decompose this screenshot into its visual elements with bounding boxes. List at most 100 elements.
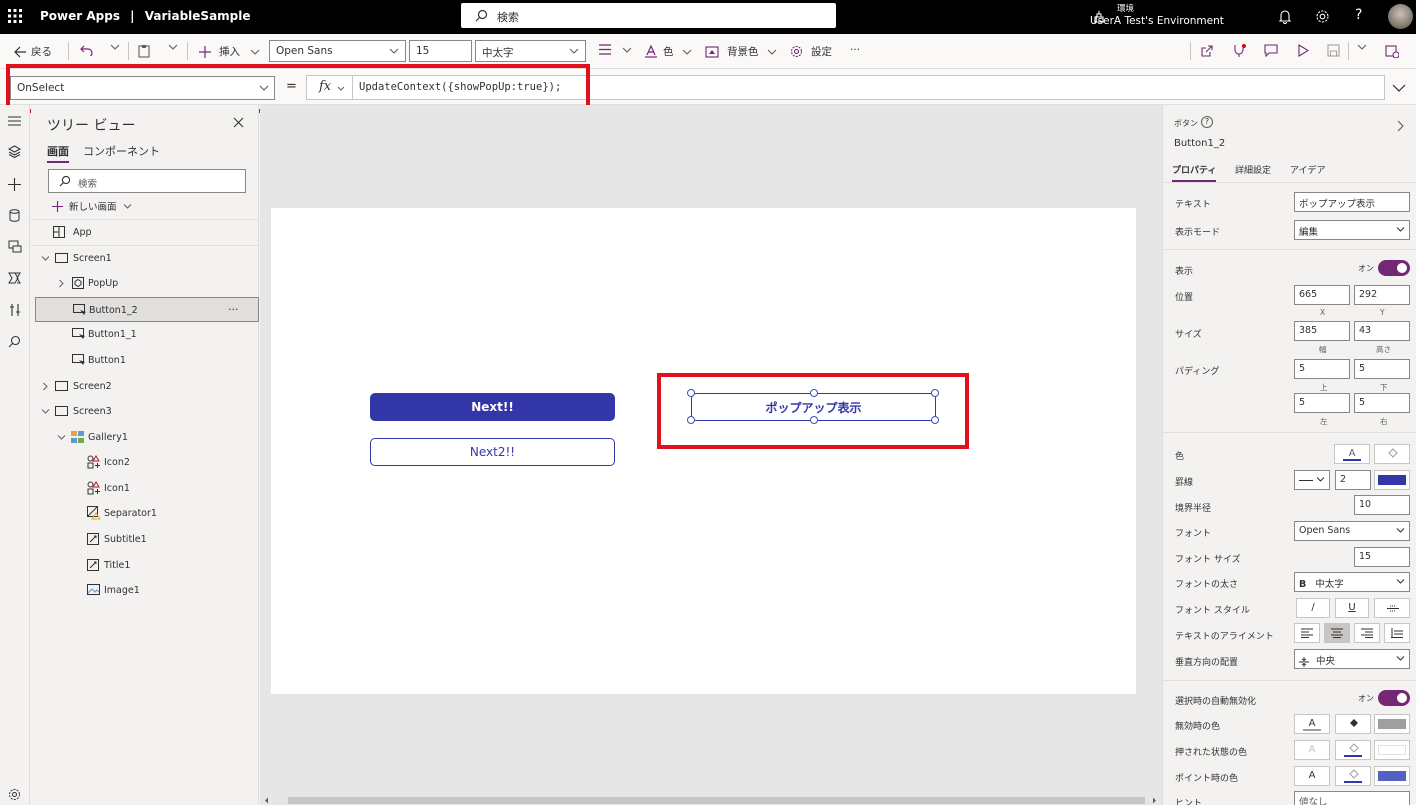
padding-left-input[interactable]: 5 xyxy=(1294,393,1350,413)
font-weight-select[interactable]: B 中太字 xyxy=(1294,572,1410,592)
font-size-input[interactable]: 15 xyxy=(409,40,472,62)
align-justify-button[interactable] xyxy=(1384,623,1410,643)
border-width-input[interactable]: 2 xyxy=(1335,470,1371,490)
border-radius-input[interactable]: 10 xyxy=(1354,495,1410,515)
border-style-select[interactable] xyxy=(1294,470,1330,490)
tree-item-popup[interactable]: PopUp xyxy=(35,271,259,296)
paste-dropdown[interactable] xyxy=(168,44,178,50)
share-icon[interactable] xyxy=(1200,44,1214,58)
text-property-input[interactable]: ポップアップ表示 xyxy=(1294,192,1410,212)
more-options-button[interactable]: ··· xyxy=(228,303,239,316)
tab-ideas[interactable]: アイデア xyxy=(1290,163,1326,176)
notifications-icon[interactable] xyxy=(1278,9,1292,24)
canvas-horizontal-scrollbar[interactable] xyxy=(260,796,1162,805)
tree-item-button1-2[interactable]: Button1_2 ··· xyxy=(35,297,259,322)
tree-item-title1[interactable]: Title1 xyxy=(35,553,259,578)
tree-view-layers-icon[interactable] xyxy=(8,145,21,158)
tree-item-screen1[interactable]: Screen1 xyxy=(35,246,259,271)
resize-handle[interactable] xyxy=(810,389,818,397)
comments-icon[interactable] xyxy=(1264,44,1278,57)
border-color-picker[interactable] xyxy=(1374,470,1410,490)
more-commands-button[interactable]: ··· xyxy=(850,44,860,56)
align-right-button[interactable] xyxy=(1354,623,1380,643)
app-checker-icon[interactable] xyxy=(1232,44,1246,58)
visible-toggle[interactable] xyxy=(1378,260,1410,276)
user-avatar[interactable] xyxy=(1388,4,1413,29)
tree-item-screen3[interactable]: Screen3 xyxy=(35,399,259,424)
tree-item-separator1[interactable]: Separator1 xyxy=(35,501,259,526)
background-color-button[interactable]: 背景色 xyxy=(705,44,777,59)
scrollbar-thumb[interactable] xyxy=(288,797,1145,804)
settings-gear-icon[interactable] xyxy=(1315,9,1330,24)
advanced-tools-icon[interactable] xyxy=(9,303,21,317)
resize-handle[interactable] xyxy=(931,389,939,397)
disabled-border-color-picker[interactable] xyxy=(1374,714,1410,734)
vertical-align-select[interactable]: 中央 xyxy=(1294,649,1410,669)
undo-dropdown[interactable] xyxy=(110,44,120,50)
font-select[interactable]: Open Sans xyxy=(1294,521,1410,541)
position-y-input[interactable]: 292 xyxy=(1354,285,1410,305)
tree-item-gallery1[interactable]: Gallery1 xyxy=(35,425,259,450)
app-launcher-icon[interactable] xyxy=(8,9,22,23)
italic-button[interactable]: / xyxy=(1296,598,1330,618)
expand-formula-button[interactable] xyxy=(1392,84,1406,92)
pressed-border-color-picker[interactable] xyxy=(1374,740,1410,760)
tree-search-input[interactable]: 検索 xyxy=(48,169,246,193)
font-weight-select[interactable]: 中太字 xyxy=(475,40,586,62)
insert-button[interactable]: 挿入 xyxy=(199,44,260,59)
tree-item-icon1[interactable]: Icon1 xyxy=(35,476,259,501)
tree-item-image1[interactable]: Image1 xyxy=(35,578,259,603)
align-center-button[interactable] xyxy=(1324,623,1350,643)
height-input[interactable]: 43 xyxy=(1354,321,1410,341)
align-button[interactable] xyxy=(598,44,632,55)
tree-item-app[interactable]: App xyxy=(35,220,259,245)
font-color-button[interactable]: 色 xyxy=(645,44,692,59)
save-dropdown[interactable] xyxy=(1357,44,1367,50)
media-icon[interactable] xyxy=(8,240,22,253)
resize-handle[interactable] xyxy=(810,416,818,424)
chevron-left-icon[interactable] xyxy=(264,797,269,804)
font-family-select[interactable]: Open Sans xyxy=(269,40,406,62)
next2-button[interactable]: Next2!! xyxy=(370,438,615,466)
new-screen-button[interactable]: 新しい画面 xyxy=(52,199,132,213)
preview-play-icon[interactable] xyxy=(1297,44,1309,57)
underline-button[interactable]: U xyxy=(1335,598,1369,618)
chevron-right-icon[interactable] xyxy=(1152,797,1157,804)
paste-button[interactable] xyxy=(138,44,150,58)
align-left-button[interactable] xyxy=(1294,623,1320,643)
close-icon[interactable] xyxy=(233,117,244,128)
fill-color-picker[interactable] xyxy=(1374,444,1410,464)
auto-disable-toggle[interactable] xyxy=(1378,690,1410,706)
tree-item-icon2[interactable]: Icon2 xyxy=(35,450,259,475)
disabled-text-color-picker[interactable]: A xyxy=(1294,714,1330,734)
tree-item-button1[interactable]: Button1 xyxy=(35,348,259,373)
disabled-fill-color-picker[interactable] xyxy=(1335,714,1371,734)
tab-properties[interactable]: プロパティ xyxy=(1172,163,1217,182)
undo-button[interactable] xyxy=(80,44,93,56)
padding-right-input[interactable]: 5 xyxy=(1354,393,1410,413)
resize-handle[interactable] xyxy=(687,416,695,424)
environment-picker[interactable]: 環境 UserA Test's Environment xyxy=(1090,3,1224,27)
help-icon[interactable]: ? xyxy=(1355,7,1362,23)
pressed-fill-color-picker[interactable] xyxy=(1335,740,1371,760)
tab-screens[interactable]: 画面 xyxy=(47,143,69,163)
power-automate-icon[interactable] xyxy=(8,272,22,284)
display-mode-select[interactable]: 編集 xyxy=(1294,220,1410,240)
hamburger-menu-icon[interactable] xyxy=(8,116,21,126)
hover-border-color-picker[interactable] xyxy=(1374,766,1410,786)
strikethrough-button[interactable] xyxy=(1374,598,1410,618)
tooltip-input[interactable]: 値なし xyxy=(1294,791,1410,805)
tab-components[interactable]: コンポーネント xyxy=(83,143,160,159)
position-x-input[interactable]: 665 xyxy=(1294,285,1350,305)
global-search-input[interactable]: 検索 xyxy=(461,3,836,28)
tree-item-subtitle1[interactable]: Subtitle1 xyxy=(35,527,259,552)
text-color-picker[interactable]: A xyxy=(1334,444,1370,464)
insert-plus-icon[interactable] xyxy=(8,178,21,191)
resize-handle[interactable] xyxy=(687,389,695,397)
next-button[interactable]: Next!! xyxy=(370,393,615,421)
save-icon[interactable] xyxy=(1327,44,1340,57)
back-button[interactable]: 戻る xyxy=(14,44,52,59)
width-input[interactable]: 385 xyxy=(1294,321,1350,341)
resize-handle[interactable] xyxy=(931,416,939,424)
chevron-right-icon[interactable] xyxy=(1397,120,1404,132)
